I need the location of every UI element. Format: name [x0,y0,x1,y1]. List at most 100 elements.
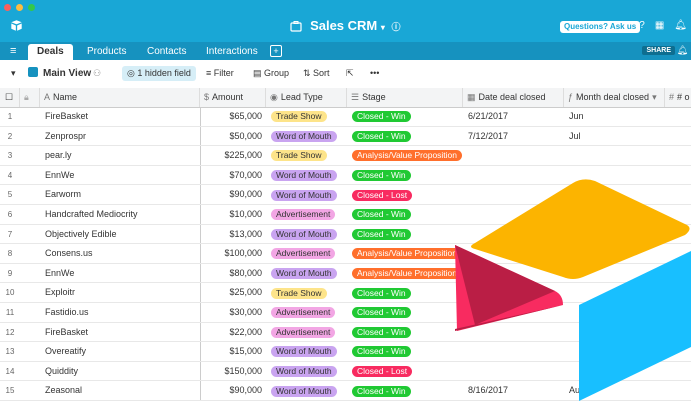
lead-type-cell[interactable]: Word of Mouth [266,166,347,185]
deal-name-cell[interactable]: Earworm [40,185,200,204]
close-window-button[interactable] [4,4,11,11]
stage-cell[interactable]: Closed - Lost [347,362,463,381]
stage-cell[interactable]: Closed - Win [347,323,463,342]
questions-button[interactable]: Questions? Ask us [560,21,641,33]
lead-type-cell[interactable]: Advertisement [266,303,347,322]
stage-cell[interactable]: Analysis/Value Proposition [347,264,463,283]
help-icon[interactable]: ? [639,20,645,31]
stage-cell[interactable]: Closed - Win [347,283,463,302]
deal-name-cell[interactable]: FireBasket [40,323,200,342]
lead-type-cell[interactable]: Word of Mouth [266,362,347,381]
share-view-icon[interactable]: ⇱ [346,68,354,79]
add-table-icon[interactable]: + [270,45,282,57]
stage-cell[interactable]: Closed - Win [347,107,463,126]
maximize-window-button[interactable] [28,4,35,11]
amount-cell[interactable]: $90,000 [200,381,266,400]
amount-cell[interactable]: $65,000 [200,107,266,126]
amount-cell[interactable]: $70,000 [200,166,266,185]
more-options-icon[interactable]: ••• [370,68,379,78]
deal-name-cell[interactable]: Zeasonal [40,381,200,400]
amount-cell[interactable]: $80,000 [200,264,266,283]
lead-type-cell[interactable]: Word of Mouth [266,127,347,146]
column-header-month-closed[interactable]: ƒ Month deal closed ▾ [564,88,665,107]
lead-type-cell[interactable]: Trade Show [266,107,347,126]
lead-type-pill: Word of Mouth [271,169,337,181]
column-header-extra[interactable]: # # o [665,88,691,107]
tab-interactions[interactable]: Interactions [197,44,267,60]
lead-type-cell[interactable]: Advertisement [266,205,347,224]
lead-type-cell[interactable]: Word of Mouth [266,185,347,204]
column-header-date-closed[interactable]: ▦ Date deal closed [463,88,564,107]
info-icon[interactable]: ⓘ [392,22,401,32]
filter-button[interactable]: ≡ Filter [206,68,234,78]
deal-name-cell[interactable]: pear.ly [40,146,200,165]
deal-name-cell[interactable]: Handcrafted Mediocrity [40,205,200,224]
lead-type-cell[interactable]: Word of Mouth [266,264,347,283]
lead-type-cell[interactable]: Trade Show [266,283,347,302]
deal-name-cell[interactable]: Objectively Edible [40,225,200,244]
stage-cell[interactable]: Analysis/Value Proposition [347,244,463,263]
notifications-bell-icon[interactable]: 🔔︎ [674,20,687,31]
select-all-checkbox[interactable]: ☐ [0,88,20,107]
hamburger-menu-icon[interactable]: ≡ [10,45,16,57]
lead-type-cell[interactable]: Word of Mouth [266,381,347,400]
stage-cell[interactable]: Closed - Win [347,342,463,361]
amount-cell[interactable]: $13,000 [200,225,266,244]
deal-name-cell[interactable]: Exploitr [40,283,200,302]
hidden-field-button[interactable]: ◎ 1 hidden field [122,66,196,81]
stage-cell[interactable]: Closed - Win [347,166,463,185]
amount-cell[interactable]: $90,000 [200,185,266,204]
column-header-stage[interactable]: ☰ Stage [347,88,463,107]
amount-cell[interactable]: $225,000 [200,146,266,165]
table-row[interactable]: 2 Zenprospr $50,000 Word of Mouth Closed - W… [0,127,691,147]
table-row[interactable]: 1 FireBasket $65,000 Trade Show Closed - Win… [0,107,691,127]
minimize-window-button[interactable] [16,4,23,11]
collaborators-icon[interactable]: ⚇ [93,68,101,79]
deal-name-cell[interactable]: Quiddity [40,362,200,381]
stage-cell[interactable]: Closed - Win [347,127,463,146]
lead-type-cell[interactable]: Advertisement [266,244,347,263]
date-closed-cell[interactable]: 6/21/2017 [463,107,564,126]
amount-cell[interactable]: $50,000 [200,127,266,146]
amount-cell[interactable]: $30,000 [200,303,266,322]
tab-deals[interactable]: Deals [28,44,73,60]
view-name[interactable]: Main View [43,68,91,79]
stage-cell[interactable]: Closed - Win [347,225,463,244]
amount-cell[interactable]: $100,000 [200,244,266,263]
date-closed-cell[interactable]: 7/12/2017 [463,127,564,146]
row-number: 14 [5,366,15,376]
stage-cell[interactable]: Closed - Win [347,381,463,400]
apps-grid-icon[interactable]: ▦ [655,20,664,31]
column-header-lead-type[interactable]: ◉ Lead Type [266,88,347,107]
deal-name-cell[interactable]: EnnWe [40,166,200,185]
stage-cell[interactable]: Closed - Win [347,303,463,322]
amount-cell[interactable]: $15,000 [200,342,266,361]
amount-cell[interactable]: $25,000 [200,283,266,302]
lead-type-cell[interactable]: Trade Show [266,146,347,165]
tab-products[interactable]: Products [78,44,135,60]
deal-name-cell[interactable]: EnnWe [40,264,200,283]
deal-name-cell[interactable]: Overeatify [40,342,200,361]
deal-name-cell[interactable]: FireBasket [40,107,200,126]
deal-name-cell[interactable]: Consens.us [40,244,200,263]
stage-cell[interactable]: Closed - Lost [347,185,463,204]
stage-cell[interactable]: Analysis/Value Proposition [347,146,463,165]
tab-contacts[interactable]: Contacts [138,44,195,60]
number-icon: # [669,92,675,102]
amount-cell[interactable]: $22,000 [200,323,266,342]
stage-cell[interactable]: Closed - Win [347,205,463,224]
caret-down-icon[interactable]: ▾ [11,68,16,79]
deal-name-cell[interactable]: Zenprospr [40,127,200,146]
share-button[interactable]: SHARE [642,46,675,55]
sort-button[interactable]: ⇅ Sort [303,68,330,79]
notification-icon[interactable]: 🔔︎ [677,45,688,56]
lead-type-cell[interactable]: Word of Mouth [266,342,347,361]
deal-name-cell[interactable]: Fastidio.us [40,303,200,322]
lead-type-cell[interactable]: Advertisement [266,323,347,342]
lead-type-cell[interactable]: Word of Mouth [266,225,347,244]
group-button[interactable]: ▤ Group [253,68,289,79]
column-header-name[interactable]: A Name [40,88,200,107]
amount-cell[interactable]: $150,000 [200,362,266,381]
column-header-amount[interactable]: $ Amount [200,88,266,107]
amount-cell[interactable]: $10,000 [200,205,266,224]
